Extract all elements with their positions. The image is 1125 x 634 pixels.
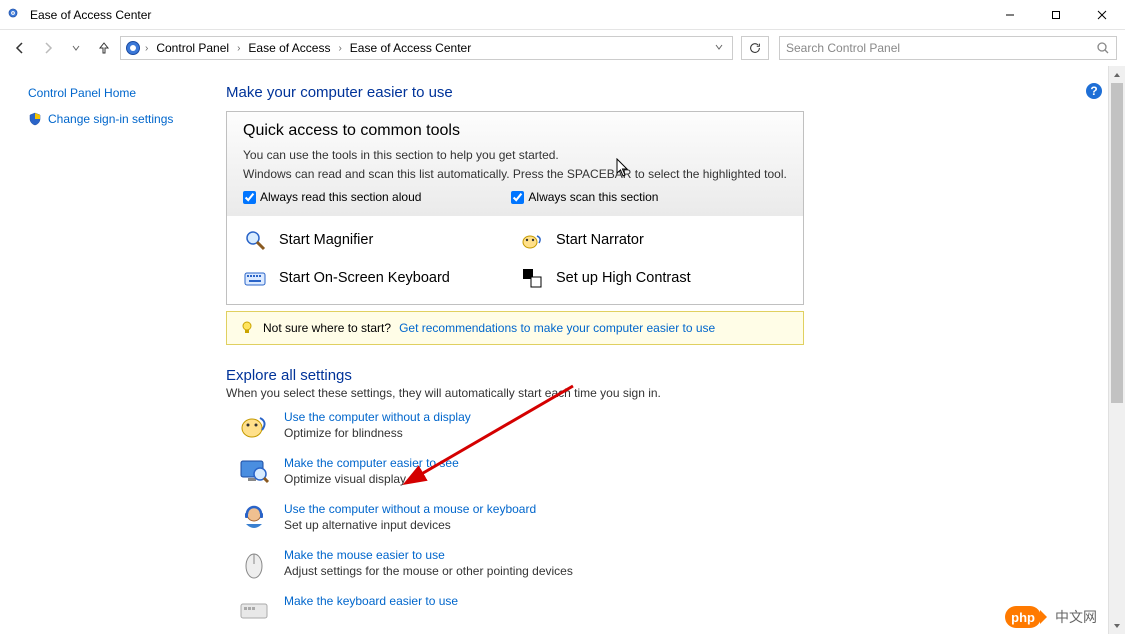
scroll-up-button[interactable] <box>1109 66 1125 83</box>
keyboard-icon <box>238 594 270 626</box>
get-recommendations-link[interactable]: Get recommendations to make your compute… <box>399 321 715 335</box>
always-read-aloud-checkbox[interactable]: Always read this section aloud <box>243 190 421 204</box>
setup-high-contrast-link[interactable]: Set up High Contrast <box>520 266 787 290</box>
change-signin-settings-link[interactable]: Change sign-in settings <box>28 112 210 126</box>
quick-access-title: Quick access to common tools <box>243 122 787 140</box>
vertical-scrollbar[interactable] <box>1108 66 1125 634</box>
maximize-button[interactable] <box>1033 0 1079 30</box>
minimize-button[interactable] <box>987 0 1033 30</box>
address-bar[interactable]: › Control Panel › Ease of Access › Ease … <box>120 36 733 60</box>
lightbulb-icon <box>239 320 255 336</box>
help-icon[interactable]: ? <box>1085 82 1103 100</box>
quick-access-box: Quick access to common tools You can use… <box>226 111 804 305</box>
setting-easier-to-see-desc: Optimize visual display <box>284 472 459 486</box>
breadcrumb-ease-of-access-center[interactable]: Ease of Access Center <box>346 41 475 55</box>
refresh-button[interactable] <box>741 36 769 60</box>
explore-heading: Explore all settings <box>226 367 1125 384</box>
setting-without-display: Use the computer without a display Optim… <box>226 410 1125 442</box>
forward-button[interactable] <box>36 36 60 60</box>
svg-text:?: ? <box>1090 84 1097 98</box>
setting-without-display-desc: Optimize for blindness <box>284 426 471 440</box>
keyboard-icon <box>243 266 267 290</box>
close-button[interactable] <box>1079 0 1125 30</box>
start-narrator-link[interactable]: Start Narrator <box>520 228 787 252</box>
chevron-right-icon[interactable]: › <box>145 43 148 54</box>
magnifier-icon <box>243 228 267 252</box>
scrollbar-thumb[interactable] <box>1111 83 1123 403</box>
narrator-speaker-icon <box>238 410 270 442</box>
back-button[interactable] <box>8 36 32 60</box>
setting-mouse-easier-desc: Adjust settings for the mouse or other p… <box>284 564 573 578</box>
control-panel-icon <box>8 7 24 23</box>
search-icon[interactable] <box>1096 41 1110 55</box>
chevron-right-icon[interactable]: › <box>338 43 341 54</box>
setting-without-mouse-keyboard-link[interactable]: Use the computer without a mouse or keyb… <box>284 502 536 516</box>
hint-text: Not sure where to start? <box>263 321 391 335</box>
start-osk-link[interactable]: Start On-Screen Keyboard <box>243 266 510 290</box>
setting-without-mouse-keyboard-desc: Set up alternative input devices <box>284 518 536 532</box>
address-dropdown[interactable] <box>714 41 724 55</box>
narrator-icon <box>520 228 544 252</box>
page-heading: Make your computer easier to use <box>226 84 1125 101</box>
recommendation-banner: Not sure where to start? Get recommendat… <box>226 311 804 345</box>
setting-without-mouse-keyboard: Use the computer without a mouse or keyb… <box>226 502 1125 534</box>
chevron-right-icon[interactable]: › <box>237 43 240 54</box>
setting-easier-to-see-link[interactable]: Make the computer easier to see <box>284 456 459 470</box>
control-panel-icon <box>125 40 141 56</box>
search-input[interactable] <box>786 41 1096 55</box>
monitor-magnifier-icon <box>238 456 270 488</box>
mouse-icon <box>238 548 270 580</box>
up-button[interactable] <box>92 36 116 60</box>
setting-mouse-easier-link[interactable]: Make the mouse easier to use <box>284 548 445 562</box>
setting-without-display-link[interactable]: Use the computer without a display <box>284 410 471 424</box>
window-title: Ease of Access Center <box>30 8 151 22</box>
search-box[interactable] <box>779 36 1117 60</box>
headset-person-icon <box>238 502 270 534</box>
setting-mouse-easier: Make the mouse easier to use Adjust sett… <box>226 548 1125 580</box>
shield-icon <box>28 112 42 126</box>
quick-access-desc: You can use the tools in this section to… <box>243 146 787 184</box>
watermark-pill: php <box>1005 606 1041 628</box>
setting-keyboard-easier: Make the keyboard easier to use <box>226 594 1125 626</box>
explore-subtext: When you select these settings, they wil… <box>226 386 1125 400</box>
watermark: php 中文网 <box>1005 606 1097 628</box>
scroll-down-button[interactable] <box>1109 617 1125 634</box>
setting-keyboard-easier-link[interactable]: Make the keyboard easier to use <box>284 594 458 608</box>
recent-locations-dropdown[interactable] <box>64 36 88 60</box>
breadcrumb-ease-of-access[interactable]: Ease of Access <box>244 41 334 55</box>
cursor-icon <box>616 158 630 178</box>
setting-easier-to-see: Make the computer easier to see Optimize… <box>226 456 1125 488</box>
high-contrast-icon <box>520 266 544 290</box>
start-magnifier-link[interactable]: Start Magnifier <box>243 228 510 252</box>
control-panel-home-link[interactable]: Control Panel Home <box>28 86 210 100</box>
watermark-text: 中文网 <box>1055 607 1097 627</box>
breadcrumb-control-panel[interactable]: Control Panel <box>152 41 233 55</box>
always-scan-checkbox[interactable]: Always scan this section <box>511 190 658 204</box>
